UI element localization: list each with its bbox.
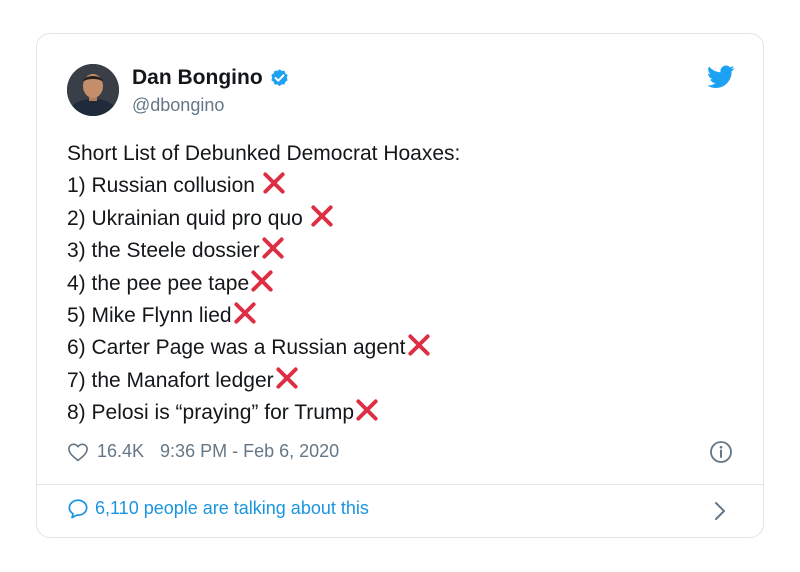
divider: [37, 484, 763, 485]
conversation-link-text: 6,110 people are talking about this: [95, 498, 369, 518]
tweet-list-item: 8) Pelosi is “praying” for Trump: [67, 397, 460, 429]
tweet-text: Short List of Debunked Democrat Hoaxes: …: [67, 138, 460, 430]
cross-mark-icon: [356, 399, 378, 421]
tweet-timestamp[interactable]: 9:36 PM - Feb 6, 2020: [160, 441, 339, 462]
tweet-list-item: 7) the Manafort ledger: [67, 365, 460, 397]
tweet-list-item: 6) Carter Page was a Russian agent: [67, 332, 460, 364]
tweet-heading: Short List of Debunked Democrat Hoaxes:: [67, 142, 461, 165]
avatar[interactable]: [67, 64, 119, 116]
heart-icon[interactable]: [67, 442, 89, 462]
cross-mark-icon: [263, 172, 285, 195]
speech-bubble-icon: [68, 499, 88, 519]
cross-mark-icon: [261, 237, 284, 259]
tweet-meta: 16.4K 9:36 PM - Feb 6, 2020: [67, 441, 339, 462]
cross-mark-icon: [311, 205, 333, 227]
twitter-bird-icon[interactable]: [707, 65, 735, 89]
tweet-list-item: 4) the pee pee tape: [67, 268, 460, 300]
info-icon[interactable]: [709, 440, 733, 464]
author-name[interactable]: Dan Bongino: [132, 66, 290, 90]
cross-mark-icon: [276, 367, 298, 389]
verified-badge-icon: [271, 68, 288, 86]
like-count[interactable]: 16.4K: [97, 441, 144, 462]
tweet-list-item: 2) Ukrainian quid pro quo: [67, 203, 460, 235]
tweet-list-item: 1) Russian collusion: [67, 170, 460, 202]
conversation-link[interactable]: 6,110 people are talking about this: [67, 498, 369, 519]
cross-mark-icon: [251, 270, 273, 292]
chevron-right-icon[interactable]: [713, 500, 727, 522]
cross-mark-icon: [233, 302, 256, 324]
tweet-card: Dan Bongino @dbongino Short List of Debu…: [36, 33, 764, 538]
tweet-list-item: 5) Mike Flynn lied: [67, 300, 460, 332]
avatar-photo: [67, 64, 119, 116]
author-handle[interactable]: @dbongino: [132, 95, 224, 116]
author-name-text: Dan Bongino: [132, 66, 263, 89]
cross-mark-icon: [407, 334, 430, 357]
tweet-list-item: 3) the Steele dossier: [67, 235, 460, 267]
